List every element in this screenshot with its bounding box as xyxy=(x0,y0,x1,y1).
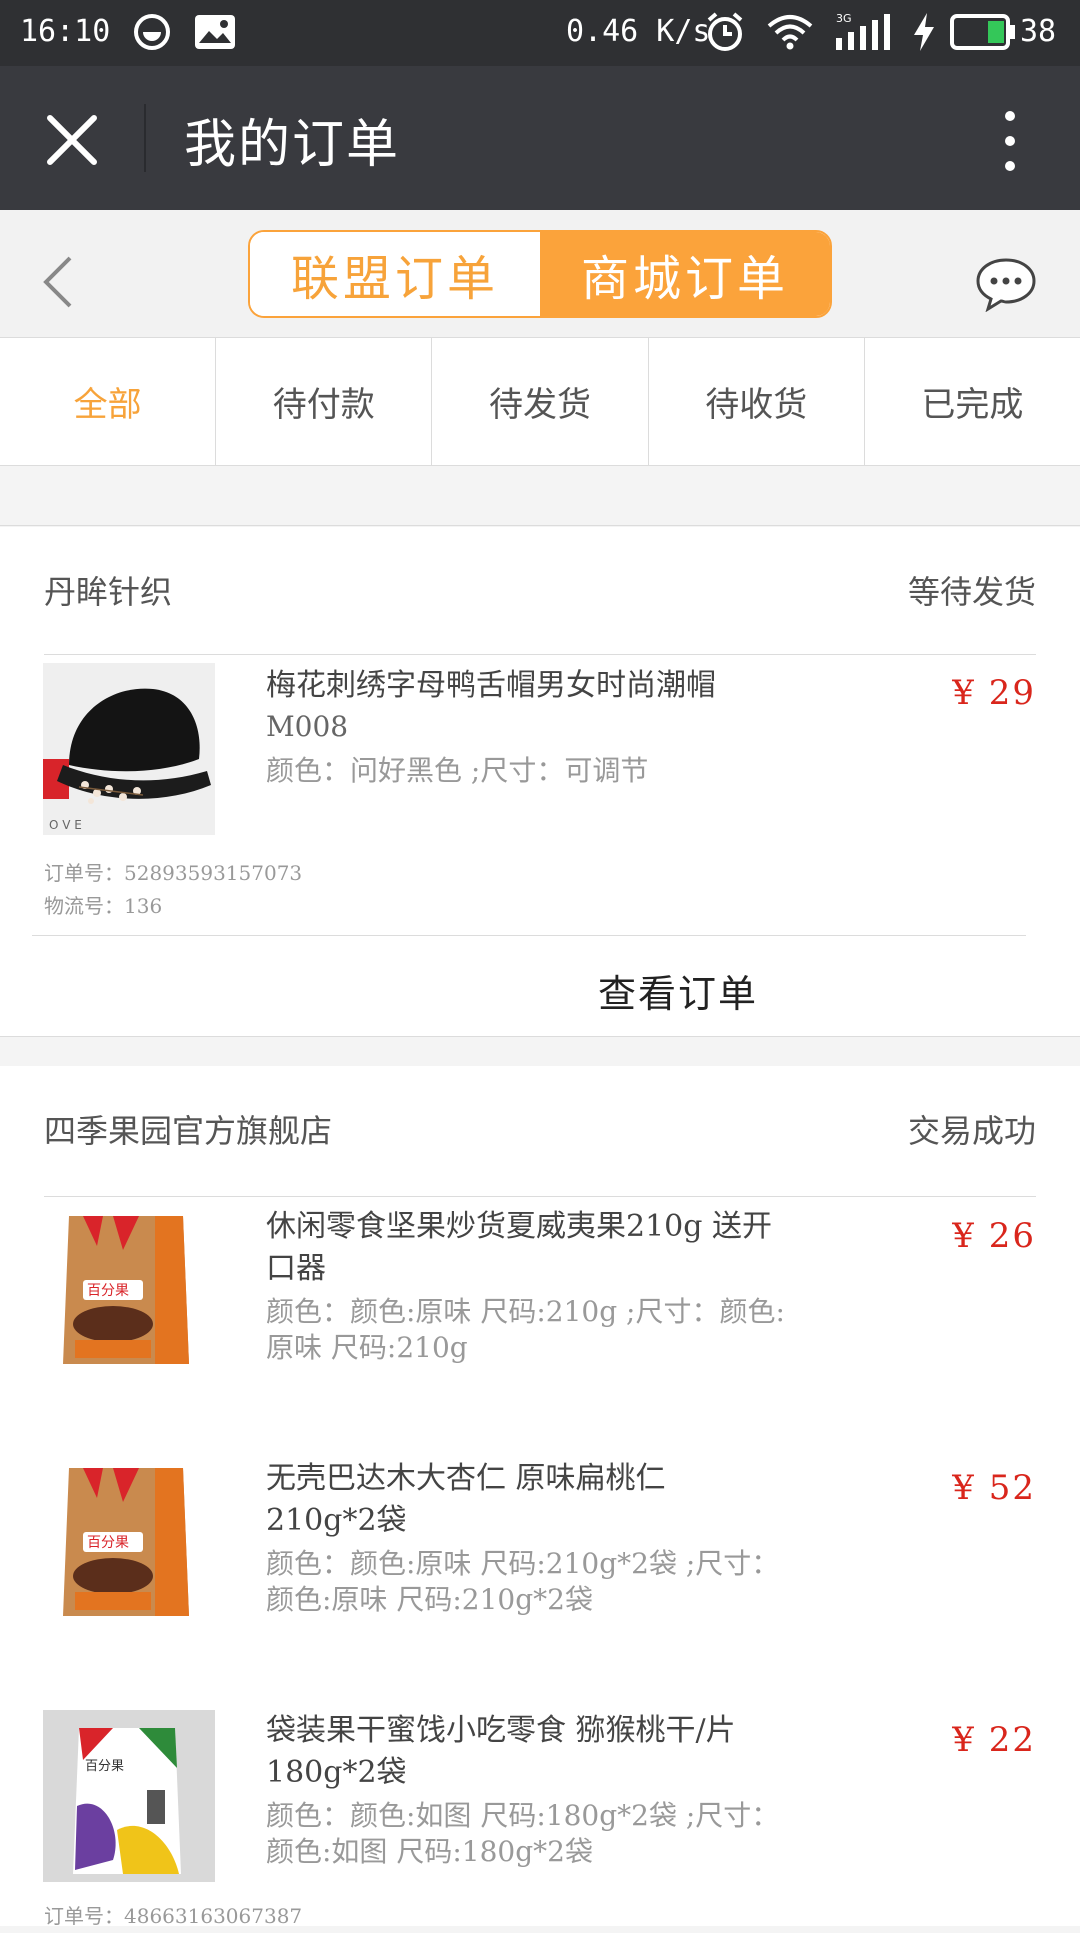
title-bar: 我的订单 xyxy=(0,66,1080,210)
logistics-number: 物流号：136 xyxy=(44,894,163,918)
chat-bubble-icon[interactable] xyxy=(974,256,1038,313)
order-status: 交易成功 xyxy=(907,1112,1036,1150)
signal-3g-icon: 3G xyxy=(834,12,892,52)
tab-pending-payment[interactable]: 待付款 xyxy=(216,338,433,465)
product-price: ¥ 26 xyxy=(952,1216,1036,1256)
back-chevron-icon[interactable] xyxy=(40,254,76,310)
page-title: 我的订单 xyxy=(184,115,401,175)
svg-text:百分果: 百分果 xyxy=(87,1535,129,1551)
product-spec: 颜色：颜色:原味 尺码:210g ;尺寸：颜色:原味 尺码:210g xyxy=(266,1295,785,1364)
divider xyxy=(32,935,1026,936)
order-status-tabs: 全部 待付款 待发货 待收货 已完成 xyxy=(0,338,1080,466)
svg-text:3G: 3G xyxy=(836,12,852,25)
order-type-segment: 联盟订单 商城订单 xyxy=(248,230,832,318)
image-icon xyxy=(194,12,236,52)
tab-completed[interactable]: 已完成 xyxy=(865,338,1080,465)
status-bar: 16:10 0.46 K/s 3G 38 xyxy=(0,0,1080,66)
order-card: 丹眸针织 等待发货 O V E 梅花刺绣字母鸭舌帽男女时尚潮帽 M008 颜色：… xyxy=(0,527,1080,1037)
tab-pending-shipment[interactable]: 待发货 xyxy=(432,338,649,465)
segment-header: 联盟订单 商城订单 xyxy=(0,210,1080,338)
product-image-almond[interactable]: 百分果 xyxy=(43,1458,215,1630)
product-image-kiwi[interactable]: 百分果 xyxy=(43,1710,215,1882)
product-image-macadamia[interactable]: 百分果 xyxy=(43,1206,215,1378)
product-price: ¥ 29 xyxy=(952,673,1036,713)
product-spec: 颜色：颜色:原味 尺码:210g*2袋 ;尺寸：颜色:原味 尺码:210g*2袋 xyxy=(266,1547,780,1616)
order-status: 等待发货 xyxy=(907,573,1036,611)
segment-alliance-orders[interactable]: 联盟订单 xyxy=(250,232,540,316)
tab-all[interactable]: 全部 xyxy=(0,338,217,465)
title-divider xyxy=(144,104,146,172)
charging-icon xyxy=(910,12,938,52)
divider xyxy=(44,1196,1036,1197)
svg-text:百分果: 百分果 xyxy=(87,1283,129,1299)
product-spec: 颜色：颜色:如图 尺码:180g*2袋 ;尺寸：颜色:如图 尺码:180g*2袋 xyxy=(266,1799,780,1868)
product-name[interactable]: 休闲零食坚果炒货夏威夷果210g 送开口器 xyxy=(266,1206,776,1290)
product-code: M008 xyxy=(266,710,349,743)
status-time: 16:10 xyxy=(20,14,111,49)
view-order-button[interactable]: 查看订单 xyxy=(598,963,758,1018)
battery-percent: 38 xyxy=(1020,14,1057,49)
close-icon[interactable] xyxy=(44,112,100,168)
segment-mall-orders[interactable]: 商城订单 xyxy=(540,232,830,316)
more-vertical-icon[interactable] xyxy=(990,106,1030,176)
divider xyxy=(44,654,1036,655)
svg-text:O V E: O V E xyxy=(49,818,82,832)
product-name[interactable]: 袋装果干蜜饯小吃零食 猕猴桃干/片180g*2袋 xyxy=(266,1710,776,1794)
shop-name[interactable]: 丹眸针织 xyxy=(44,567,172,613)
order-number: 订单号：52893593157073 xyxy=(44,861,303,885)
spacer xyxy=(0,466,1080,526)
shop-name[interactable]: 四季果园官方旗舰店 xyxy=(44,1106,332,1152)
tab-pending-receipt[interactable]: 待收货 xyxy=(649,338,865,465)
product-price: ¥ 52 xyxy=(952,1468,1036,1508)
product-image-cap[interactable]: O V E xyxy=(43,663,215,835)
battery-icon xyxy=(950,12,1016,52)
product-name[interactable]: 梅花刺绣字母鸭舌帽男女时尚潮帽 xyxy=(266,665,776,707)
product-spec: 颜色：问好黑色 ;尺寸：可调节 xyxy=(266,754,649,787)
alarm-icon xyxy=(704,12,746,52)
product-name[interactable]: 无壳巴达木大杏仁 原味扁桃仁210g*2袋 xyxy=(266,1458,776,1542)
wifi-icon xyxy=(766,12,814,52)
network-speed: 0.46 K/s xyxy=(566,14,711,49)
order-number: 订单号：48663163067387 xyxy=(44,1904,303,1928)
order-card: 四季果园官方旗舰店 交易成功 百分果 休闲零食坚果炒货夏威夷果210g 送开口器… xyxy=(0,1066,1080,1928)
face-icon xyxy=(132,12,172,52)
svg-text:百分果: 百分果 xyxy=(85,1759,124,1774)
product-price: ¥ 22 xyxy=(952,1720,1036,1760)
